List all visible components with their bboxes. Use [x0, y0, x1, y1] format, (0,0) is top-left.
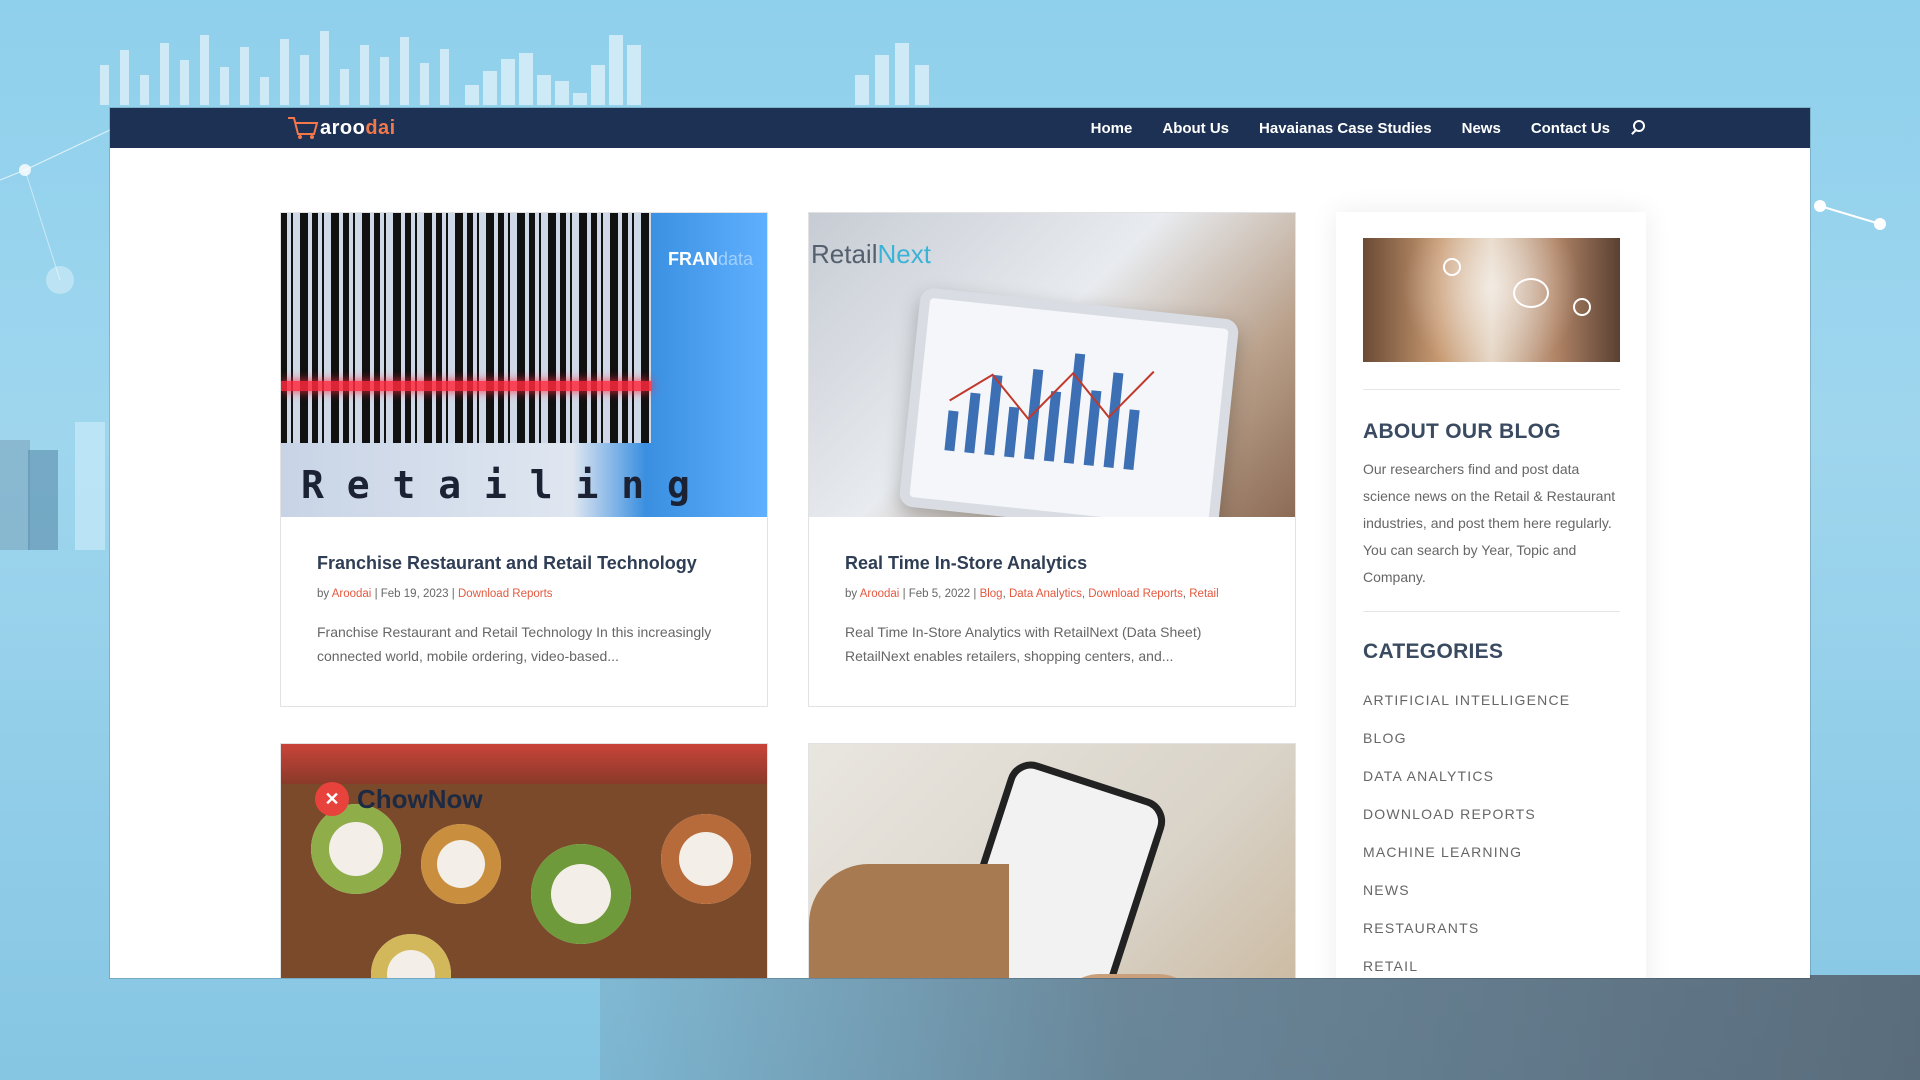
frandata-logo-suffix: data	[717, 249, 753, 269]
logo-text-suffix: dai	[365, 117, 396, 139]
meta-by: by	[317, 588, 330, 600]
category-artificial-intelligence[interactable]: ARTIFICIAL INTELLIGENCE	[1363, 692, 1620, 708]
post-card: R e t a i l i n g FRANdata Franchise Res…	[280, 212, 768, 707]
post-category[interactable]: Retail	[1189, 588, 1218, 600]
post-thumbnail-tablet[interactable]: RetailNext	[809, 213, 1295, 517]
post-category[interactable]: Data Analytics	[1009, 588, 1082, 600]
logo-text-prefix: aroo	[320, 117, 366, 139]
meta-by: by	[845, 588, 858, 600]
meta-separator: |	[902, 588, 906, 600]
sidebar-content: ABOUT OUR BLOG Our researchers find and …	[1363, 238, 1620, 978]
retailnext-logo: RetailNext	[811, 239, 931, 270]
search-icon[interactable]	[1630, 120, 1646, 136]
background-dark-region	[600, 975, 1920, 1080]
sidebar-divider	[1363, 389, 1620, 390]
post-title[interactable]: Real Time In-Store Analytics	[845, 553, 1259, 574]
post-category[interactable]: Blog	[980, 588, 1003, 600]
website-window: aroodai Home About Us Havaianas Case Stu…	[110, 108, 1810, 978]
post-excerpt: Franchise Restaurant and Retail Technolo…	[317, 620, 731, 668]
sidebar-divider	[1363, 611, 1620, 612]
meta-separator: |	[451, 588, 455, 600]
post-card	[808, 743, 1296, 978]
meta-separator: |	[374, 588, 378, 600]
post-excerpt-line: Franchise Restaurant and Retail Technolo…	[317, 624, 712, 640]
meta-separator: |	[973, 588, 977, 600]
top-navigation-bar: aroodai Home About Us Havaianas Case Stu…	[110, 108, 1810, 148]
post-meta: by Aroodai | Feb 19, 2023 | Download Rep…	[317, 588, 731, 600]
about-blog-text: Our researchers find and post data scien…	[1363, 461, 1616, 585]
nav-news[interactable]: News	[1462, 120, 1501, 137]
category-blog[interactable]: BLOG	[1363, 730, 1620, 746]
category-machine-learning[interactable]: MACHINE LEARNING	[1363, 844, 1620, 860]
blog-sidebar: ABOUT OUR BLOG Our researchers find and …	[1336, 212, 1646, 978]
cart-icon	[288, 117, 319, 139]
post-category[interactable]: Download Reports	[458, 588, 553, 600]
frandata-logo-prefix: FRAN	[667, 249, 718, 269]
nav-links: Home About Us Havaianas Case Studies New…	[1061, 108, 1646, 148]
category-news[interactable]: NEWS	[1363, 882, 1620, 898]
tablet-chart-graphic	[944, 353, 1155, 471]
post-excerpt: Real Time In-Store Analytics with Retail…	[845, 620, 1259, 668]
retailnext-logo-suffix: Next	[877, 239, 931, 269]
background-chart-graphic	[95, 10, 1395, 105]
sidebar-store-image	[1363, 238, 1620, 362]
about-blog-heading: ABOUT OUR BLOG	[1363, 420, 1561, 443]
chownow-icon: ✕	[315, 782, 349, 816]
categories-heading: CATEGORIES	[1363, 640, 1504, 663]
nav-havaianas-case-studies[interactable]: Havaianas Case Studies	[1259, 120, 1432, 137]
retailing-text: R e t a i l i n g	[301, 463, 690, 507]
post-thumbnail-smartphone[interactable]	[809, 744, 1295, 978]
post-excerpt-line: RetailNext enables retailers, shopping c…	[845, 648, 1174, 664]
chownow-logo-text: ChowNow	[357, 783, 483, 814]
aroodai-logo[interactable]: aroodai	[286, 113, 398, 141]
background-network-graphic-right	[1814, 200, 1886, 230]
post-thumbnail-barcode[interactable]: R e t a i l i n g FRANdata	[281, 213, 767, 517]
retailnext-logo-prefix: Retail	[811, 239, 878, 269]
frandata-logo: FRANdata	[668, 249, 753, 270]
post-excerpt-line: Real Time In-Store Analytics with Retail…	[845, 624, 1202, 640]
post-author[interactable]: Aroodai	[332, 588, 372, 600]
post-author[interactable]: Aroodai	[860, 588, 900, 600]
post-date: Feb 19, 2023	[380, 588, 449, 600]
post-meta: by Aroodai | Feb 5, 2022 | Blog, Data An…	[845, 588, 1219, 600]
post-card: RetailNext Real Time In-Store Analytics …	[808, 212, 1296, 707]
post-category[interactable]: Download Reports	[1088, 588, 1183, 600]
category-data-analytics[interactable]: DATA ANALYTICS	[1363, 768, 1620, 784]
logo-text: aroodai	[320, 117, 396, 140]
post-card: ✕ ChowNow	[280, 743, 768, 978]
post-body: Franchise Restaurant and Retail Technolo…	[281, 517, 767, 706]
category-restaurants[interactable]: RESTAURANTS	[1363, 920, 1620, 936]
post-thumbnail-food-table[interactable]: ✕ ChowNow	[281, 744, 767, 978]
post-title[interactable]: Franchise Restaurant and Retail Technolo…	[317, 553, 731, 574]
nav-contact-us[interactable]: Contact Us	[1531, 120, 1610, 137]
post-body: Real Time In-Store Analytics by Aroodai …	[809, 517, 1295, 706]
background-bars-left	[0, 400, 108, 550]
nav-about-us[interactable]: About Us	[1162, 120, 1229, 137]
category-download-reports[interactable]: DOWNLOAD REPORTS	[1363, 806, 1620, 822]
post-date: Feb 5, 2022	[908, 588, 971, 600]
category-retail[interactable]: RETAIL	[1363, 958, 1620, 974]
post-excerpt-line: connected world, mobile ordering, video-…	[317, 648, 619, 664]
nav-home[interactable]: Home	[1091, 120, 1133, 137]
chownow-logo: ✕ ChowNow	[315, 782, 483, 816]
